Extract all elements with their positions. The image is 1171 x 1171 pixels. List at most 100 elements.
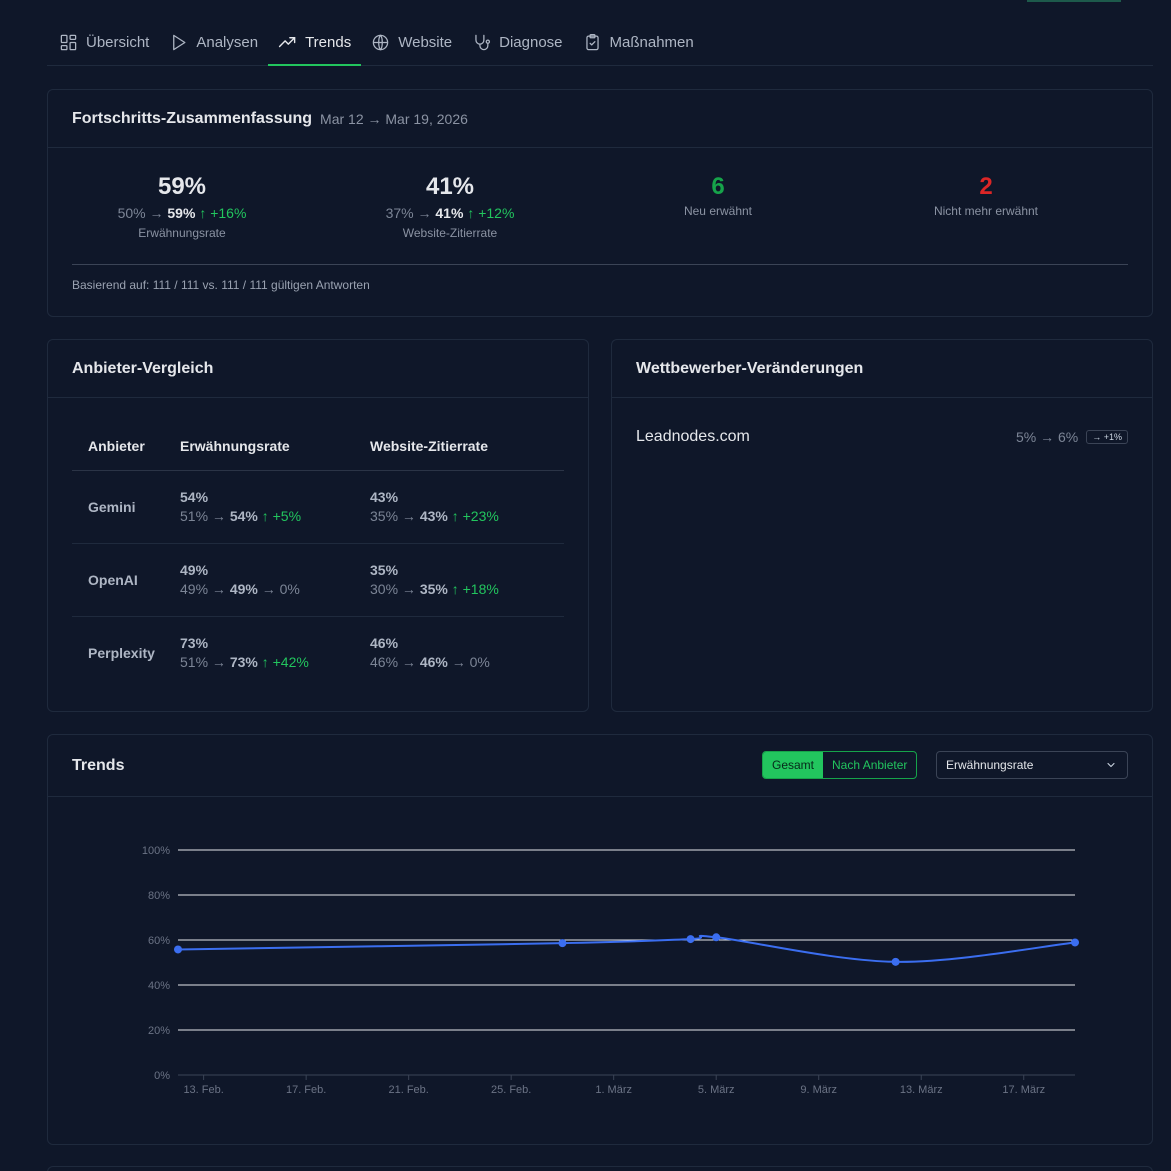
- x-tick-label: 13. März: [900, 1084, 943, 1096]
- y-tick-label: 40%: [148, 980, 170, 992]
- competitor-name: Leadnodes.com: [636, 428, 750, 445]
- clipboard-check-icon: [585, 33, 599, 51]
- provider-comparison-card: Anbieter-Vergleich Anbieter Erwähnungsra…: [47, 339, 589, 712]
- x-tick-label: 21. Feb.: [388, 1084, 428, 1096]
- y-tick-label: 20%: [148, 1025, 170, 1037]
- mention-cell: 54% 51% → 54% ↑ +5%: [180, 470, 370, 544]
- cell-to: 54%: [229, 508, 258, 524]
- mention-rate-stat: 59% 50% → 59% ↑ +16% Erwähnungsrate: [48, 175, 316, 264]
- cell-delta: → 0%: [451, 654, 490, 671]
- table-row: Gemini 54% 51% → 54% ↑ +5% 43% 35% → 43%…: [72, 470, 564, 544]
- stethoscope-icon: [475, 34, 491, 51]
- cell-change: 30% → 35% ↑ +18%: [370, 581, 499, 597]
- provider-name: Gemini: [72, 470, 180, 544]
- stat-to: 41%: [435, 205, 464, 221]
- tab-label: Trends: [305, 34, 352, 51]
- table-row: OpenAI 49% 49% → 49% → 0% 35% 30% → 35% …: [72, 543, 564, 617]
- cell-value: 46%: [370, 635, 399, 652]
- date-range: Mar 12 → Mar 19, 2026: [320, 110, 468, 127]
- tab-label: Maßnahmen: [609, 34, 694, 51]
- x-tick-label: 9. März: [800, 1084, 837, 1096]
- competitor-change: 5% → 6%: [1015, 429, 1079, 445]
- toggle-by-provider-button[interactable]: Nach Anbieter: [823, 752, 916, 778]
- stat-caption: Erwähnungsrate: [138, 226, 226, 240]
- tab-ubersicht[interactable]: Übersicht: [47, 20, 159, 65]
- y-tick-label: 0%: [154, 1070, 170, 1082]
- cell-change: 49% → 49% → 0%: [180, 581, 300, 597]
- cell-change: 51% → 73% ↑ +42%: [180, 654, 309, 671]
- cell-change: 46% → 46% → 0%: [370, 654, 490, 671]
- cell-from: 49%: [180, 581, 209, 597]
- column-header: Website-Zitierrate: [370, 423, 564, 471]
- cell-from: 30%: [370, 581, 399, 597]
- provider-table: Anbieter Erwähnungsrate Website-Zitierra…: [72, 423, 564, 689]
- card-header: Fortschritts-Zusammenfassung Mar 12 → Ma…: [48, 90, 1152, 148]
- chevron-down-icon: [1107, 762, 1115, 768]
- stat-caption: Neu erwähnt: [683, 204, 753, 218]
- citation-cell: 43% 35% → 43% ↑ +23%: [370, 470, 564, 544]
- cell-value: 54%: [180, 489, 209, 505]
- column-header: Anbieter: [72, 423, 180, 471]
- y-tick-label: 80%: [148, 890, 170, 902]
- card-title: Fortschritts-Zusammenfassung: [72, 109, 313, 127]
- stat-caption: Nicht mehr erwähnt: [933, 204, 1039, 218]
- citation-cell: 46% 46% → 46% → 0%: [370, 616, 564, 689]
- x-tick-label: 17. März: [1002, 1084, 1045, 1096]
- cell-from: 51%: [180, 654, 209, 671]
- tab-label: Website: [398, 34, 453, 51]
- stat-value: 6: [711, 173, 725, 200]
- cell-value: 43%: [370, 489, 399, 505]
- x-tick-label: 13. Feb.: [183, 1084, 223, 1096]
- card-title: Wettbewerber-Veränderungen: [636, 359, 864, 377]
- x-tick-label: 1. März: [595, 1084, 632, 1096]
- competitor-change-group: 5% → 6% → +1%: [1016, 429, 1128, 445]
- cell-delta: ↑ +23%: [451, 508, 499, 524]
- tab-website[interactable]: Website: [361, 20, 462, 65]
- dashboard-icon: [60, 34, 77, 51]
- competitor-changes-card: Wettbewerber-Veränderungen Leadnodes.com…: [611, 339, 1153, 712]
- cell-delta: ↑ +18%: [451, 581, 499, 597]
- citation-cell: 35% 30% → 35% ↑ +18%: [370, 543, 564, 617]
- cell-value: 35%: [370, 562, 399, 578]
- tab-analysen[interactable]: Analysen: [159, 20, 268, 65]
- x-tick-label: 5. März: [698, 1084, 735, 1096]
- x-tick-label: 25. Feb.: [491, 1084, 531, 1096]
- tab-bar: Übersicht Analysen Trends Website Diagno…: [47, 20, 1153, 66]
- table-row: Perplexity 73% 51% → 73% ↑ +42% 46% 46% …: [72, 616, 564, 689]
- x-tick-label: 17. Feb.: [286, 1084, 326, 1096]
- cell-from: 46%: [370, 654, 399, 671]
- y-tick-label: 100%: [142, 845, 170, 857]
- stat-change: 37% → 41% ↑ +12%: [385, 205, 515, 221]
- tab-trends[interactable]: Trends: [268, 20, 362, 66]
- metric-select-value: Erwähnungsrate: [946, 758, 1034, 772]
- change-badge: → +1%: [1086, 430, 1128, 444]
- cell-change: 51% → 54% ↑ +5%: [180, 508, 302, 524]
- column-header: Erwähnungsrate: [180, 423, 370, 471]
- stat-caption: Website-Zitierrate: [402, 226, 498, 240]
- y-tick-label: 60%: [148, 935, 170, 947]
- cell-delta: ↑ +5%: [261, 508, 302, 524]
- tab-label: Analysen: [196, 34, 259, 51]
- tab-label: Diagnose: [499, 34, 563, 51]
- toggle-total-button[interactable]: Gesamt: [763, 752, 824, 778]
- tab-massnahmen[interactable]: Maßnahmen: [573, 20, 704, 65]
- provider-name: OpenAI: [72, 543, 180, 617]
- stat-from: 50%: [117, 205, 146, 221]
- footnote: Basierend auf: 111 / 111 vs. 111 / 111 g…: [72, 278, 370, 292]
- tab-diagnose[interactable]: Diagnose: [462, 20, 572, 65]
- tab-label: Übersicht: [86, 34, 150, 51]
- table-header-row: Anbieter Erwähnungsrate Website-Zitierra…: [72, 423, 564, 471]
- globe-icon: [372, 34, 389, 51]
- citation-rate-stat: 41% 37% → 41% ↑ +12% Website-Zitierrate: [316, 175, 584, 264]
- cell-to: 73%: [229, 654, 258, 671]
- cell-from: 51%: [180, 508, 209, 524]
- stat-delta: ↑ +16%: [199, 205, 247, 221]
- competitor-row: Leadnodes.com 5% → 6% → +1%: [636, 428, 1128, 446]
- card-header: Wettbewerber-Veränderungen: [612, 340, 1152, 398]
- cell-value: 73%: [180, 635, 209, 652]
- stat-from: 37%: [385, 205, 414, 221]
- provider-name: Perplexity: [88, 644, 155, 661]
- metric-select[interactable]: Erwähnungsrate: [936, 751, 1128, 779]
- mention-cell: 49% 49% → 49% → 0%: [180, 543, 370, 617]
- data-point: [1071, 938, 1079, 947]
